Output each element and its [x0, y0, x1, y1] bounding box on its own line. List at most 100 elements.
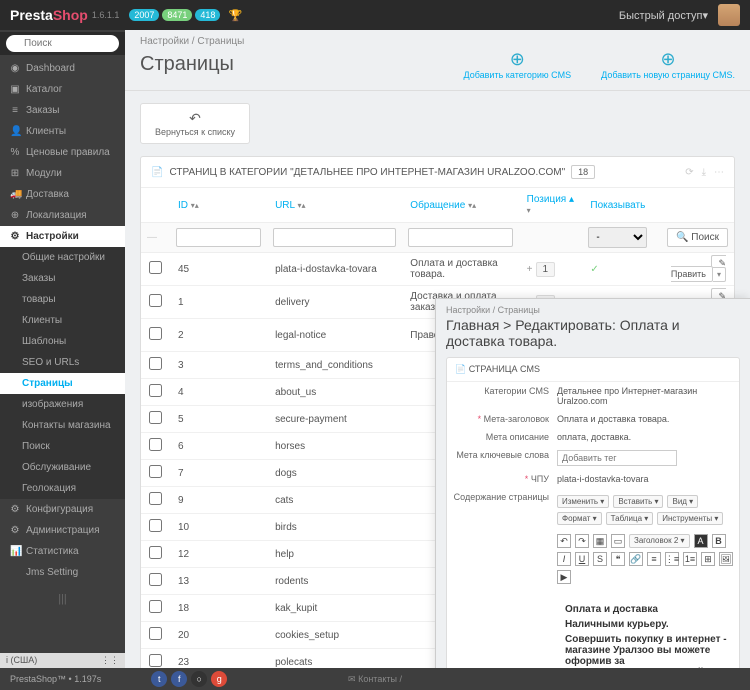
sql-icon[interactable]: ⋯ — [714, 167, 724, 178]
redo-icon[interactable]: ↷ — [575, 534, 589, 548]
sidebar-item[interactable]: ⚙Настройки — [0, 226, 125, 247]
filter-title[interactable] — [408, 228, 512, 247]
add-category-button[interactable]: ⊕ Добавить категорию CMS — [464, 49, 572, 80]
list-ol-icon[interactable]: 1≡ — [683, 552, 697, 566]
sidebar-subitem[interactable]: Заказы — [0, 268, 125, 289]
user-avatar[interactable] — [718, 4, 740, 26]
quote-icon[interactable]: ❝ — [611, 552, 625, 566]
editor-menu-item[interactable]: Вставить ▾ — [613, 495, 663, 508]
facebook-icon[interactable]: f — [171, 671, 187, 687]
row-checkbox[interactable] — [149, 492, 162, 505]
page-title: Страницы — [140, 53, 234, 76]
italic-icon[interactable]: I — [557, 552, 571, 566]
sidebar-item[interactable]: ⚙Администрация — [0, 520, 125, 541]
quick-access[interactable]: Быстрый доступ▾ — [619, 9, 708, 22]
sidebar-subitem[interactable]: Шаблоны — [0, 331, 125, 352]
badge-1[interactable]: 2007 — [129, 9, 159, 21]
sidebar-search — [0, 32, 125, 55]
gplus-icon[interactable]: g — [211, 671, 227, 687]
sidebar-subitem[interactable]: Геолокация — [0, 478, 125, 499]
sidebar-item[interactable]: 📊Статистика — [0, 541, 125, 562]
export-icon[interactable]: ⤓ — [702, 167, 706, 178]
row-checkbox[interactable] — [149, 384, 162, 397]
row-checkbox[interactable] — [149, 411, 162, 424]
sidebar-item[interactable]: 🚚Доставка — [0, 184, 125, 205]
editor-menu-item[interactable]: Инструменты ▾ — [657, 512, 723, 525]
row-checkbox[interactable] — [149, 600, 162, 613]
row-checkbox[interactable] — [149, 654, 162, 667]
row-checkbox[interactable] — [149, 627, 162, 640]
filter-url[interactable] — [273, 228, 396, 247]
back-button[interactable]: ↶ Вернуться к списку — [140, 103, 250, 144]
row-checkbox[interactable] — [149, 465, 162, 478]
row-checkbox[interactable] — [149, 357, 162, 370]
sidebar-item[interactable]: ≡Заказы — [0, 100, 125, 121]
sidebar-subitem[interactable]: Общие настройки — [0, 247, 125, 268]
sidebar-item[interactable]: Jms Setting — [0, 562, 125, 583]
filter-id[interactable] — [176, 228, 261, 247]
meta-keywords-input[interactable] — [557, 450, 677, 466]
editor-menu-item[interactable]: Вид ▾ — [667, 495, 698, 508]
row-checkbox[interactable] — [149, 438, 162, 451]
sidebar-subitem[interactable]: изображения — [0, 394, 125, 415]
search-input[interactable] — [6, 35, 119, 52]
image-icon[interactable]: ▦ — [593, 534, 607, 548]
badge-2[interactable]: 8471 — [162, 9, 192, 21]
sidebar-item[interactable]: ◉Dashboard — [0, 58, 125, 79]
refresh-icon[interactable]: ⟳ — [685, 167, 693, 178]
filter-show[interactable]: - — [588, 227, 647, 248]
sidebar-subitem[interactable]: SEO и URLs — [0, 352, 125, 373]
link-icon[interactable]: 🔗 — [629, 552, 643, 566]
trophy-icon[interactable]: 🏆 — [228, 9, 242, 22]
row-count: 18 — [571, 165, 595, 179]
sidebar-subitem[interactable]: Страницы — [0, 373, 125, 394]
edit-overlay: Настройки / Страницы Главная > Редактиро… — [435, 298, 750, 690]
badge-3[interactable]: 418 — [195, 9, 220, 21]
cms-panel-header: 📄 СТРАНИЦА CMS — [447, 358, 739, 382]
row-dropdown[interactable]: ▾ — [713, 267, 726, 282]
row-checkbox[interactable] — [149, 573, 162, 586]
add-page-button[interactable]: ⊕ Добавить новую страницу CMS. — [601, 49, 735, 80]
sidebar-item[interactable]: ▣Каталог — [0, 79, 125, 100]
editor-menu-item[interactable]: Таблица ▾ — [606, 512, 654, 525]
filter-search-button[interactable]: 🔍 Поиск — [667, 228, 728, 247]
row-checkbox[interactable] — [149, 294, 162, 307]
sidebar-item[interactable]: %Ценовые правила — [0, 142, 125, 163]
sidebar-item[interactable]: 👤Клиенты — [0, 121, 125, 142]
row-checkbox[interactable] — [149, 546, 162, 559]
row-checkbox[interactable] — [149, 327, 162, 340]
editor-menu-item[interactable]: Изменить ▾ — [557, 495, 609, 508]
bold-icon[interactable]: B — [712, 534, 726, 548]
undo-icon[interactable]: ↶ — [557, 534, 571, 548]
media-icon[interactable]: ▭ — [611, 534, 625, 548]
underline-icon[interactable]: U — [575, 552, 589, 566]
sidebar-item[interactable]: ⚙Конфигурация — [0, 499, 125, 520]
editor-toolbar: ↶ ↷ ▦ ▭ Заголовок 2 ▾ A B I U S ❝ 🔗 — [557, 531, 739, 590]
sidebar-subitem[interactable]: Контакты магазина — [0, 415, 125, 436]
cms-form-panel: 📄 СТРАНИЦА CMS Категории CMSДетальнее пр… — [446, 357, 740, 690]
sidebar-item[interactable]: ⊕Локализация — [0, 205, 125, 226]
row-checkbox[interactable] — [149, 519, 162, 532]
contacts-link[interactable]: ✉ Контакты / — [348, 674, 402, 685]
row-checkbox[interactable] — [149, 261, 162, 274]
sidebar-subitem[interactable]: Клиенты — [0, 310, 125, 331]
table-icon[interactable]: ⊞ — [701, 552, 715, 566]
image2-icon[interactable]: 🖼 — [719, 552, 733, 566]
twitter-icon[interactable]: t — [151, 671, 167, 687]
video-icon[interactable]: ▶ — [557, 570, 571, 584]
align-left-icon[interactable]: ≡ — [647, 552, 661, 566]
list-ul-icon[interactable]: ⋮≡ — [665, 552, 679, 566]
plus-icon: ⊕ — [601, 49, 735, 70]
sidebar-subitem[interactable]: товары — [0, 289, 125, 310]
footer: PrestaShop™ • 1.197s t f ○ g ✉ Контакты … — [0, 668, 750, 690]
sidebar-subitem[interactable]: Обслуживание — [0, 457, 125, 478]
editor-menu-item[interactable]: Формат ▾ — [557, 512, 602, 525]
sidebar-item[interactable]: ⊞Модули — [0, 163, 125, 184]
filter-row: — - 🔍 Поиск — [141, 223, 734, 253]
sidebar-subitem[interactable]: Поиск — [0, 436, 125, 457]
font-color-icon[interactable]: A — [694, 534, 708, 548]
editor-menubar: Изменить ▾ Вставить ▾ Вид ▾ Формат ▾ Таблица… — [557, 492, 739, 531]
github-icon[interactable]: ○ — [191, 671, 207, 687]
heading-select[interactable]: Заголовок 2 ▾ — [629, 534, 690, 548]
strike-icon[interactable]: S — [593, 552, 607, 566]
